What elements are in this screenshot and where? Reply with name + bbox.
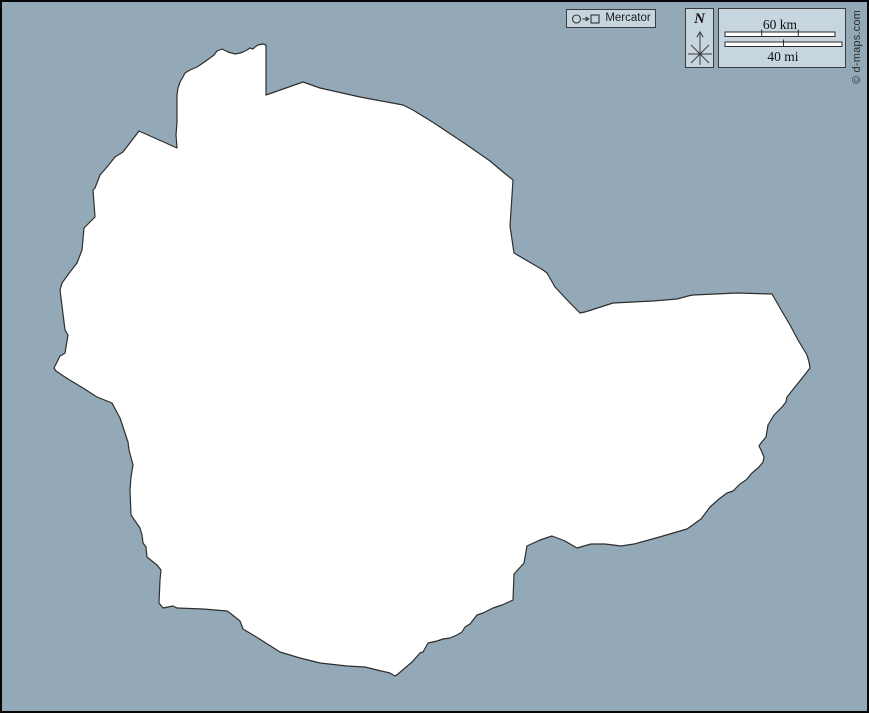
map-canvas: Mercator N 60 km 40 mi © d-maps.com: [0, 0, 869, 713]
circle-to-square-projection-icon: [571, 13, 601, 25]
north-label: N: [694, 12, 705, 27]
projection-name: Mercator: [605, 13, 650, 25]
region-outline: [54, 44, 810, 676]
scale-km-label: 60 km: [763, 17, 798, 32]
copyright-watermark: © d-maps.com: [851, 10, 863, 84]
compass-box: N: [685, 8, 714, 68]
scale-bars: 60 km 40 mi: [719, 9, 845, 67]
scale-box: 60 km 40 mi: [718, 8, 846, 68]
region-map: [0, 0, 869, 713]
scale-mi-label: 40 mi: [767, 49, 798, 64]
projection-label-box: Mercator: [566, 9, 656, 28]
compass-rose-icon: [686, 28, 714, 66]
km-scale-bar: [725, 32, 835, 37]
